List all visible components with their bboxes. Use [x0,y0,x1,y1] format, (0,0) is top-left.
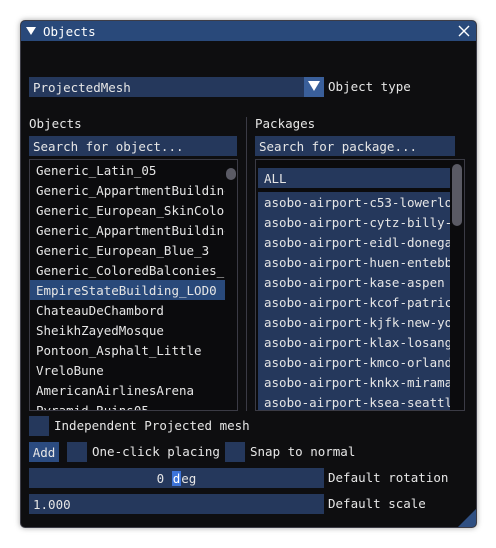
one-click-placing-checkbox[interactable] [67,442,87,462]
object-list-item[interactable]: ChateauDeChambord [30,300,225,320]
object-list-item-label: Generic_AppartmentBuilding [36,222,225,238]
object-list-item-label: SheikhZayedMosque [36,322,164,338]
package-list-item[interactable]: asobo-airport-kcof-patrick [258,292,450,312]
default-rotation-value: 0 [156,470,165,486]
package-list-item-label: asobo-airport-cytz-billy-b [264,214,450,230]
object-list-item[interactable]: Generic_AppartmentBuilding [30,180,225,200]
object-list-item[interactable]: SheikhZayedMosque [30,320,225,340]
packages-list[interactable]: ALL asobo-airport-c53-lowerlo asobo-airpo… [255,159,465,411]
package-list-item[interactable]: asobo-airport-huen-entebb [258,252,450,272]
object-list-item[interactable]: Pyramid_Ruins05 [30,400,225,411]
object-list-item-label: ChateauDeChambord [36,302,164,318]
resize-grip-icon[interactable] [458,509,476,527]
package-list-item[interactable]: asobo-airport-ksea-seattle [258,392,450,410]
default-scale-input[interactable]: 1.000 [29,494,324,514]
object-list-item-label: AmericanAirlinesArena [36,382,195,398]
default-rotation-input[interactable]: 0 d eg [29,468,324,488]
package-list-item[interactable]: asobo-airport-kjfk-new-yo [258,312,450,332]
object-list-item-label: Generic_European_Blue_3 [36,242,210,258]
package-search-input[interactable]: Search for package... [255,136,455,156]
packages-scrollbar[interactable] [452,160,463,410]
package-list-item-label: asobo-airport-klax-losange [264,334,450,350]
package-list-item-label: asobo-airport-c53-lowerlo [264,194,450,210]
object-list-item-label: Pyramid_Ruins05 [36,402,149,411]
package-list-item[interactable]: asobo-airport-c53-lowerlo [258,192,450,212]
one-click-placing-label: One-click placing [92,444,220,459]
default-rotation-unit-rest: eg [181,470,197,486]
package-list-item-label: asobo-airport-huen-entebb [264,254,450,270]
package-list-item[interactable]: asobo-airport-klax-losange [258,332,450,352]
collapse-triangle-icon[interactable] [26,26,36,36]
package-list-item[interactable]: asobo-airport-kmco-orlande [258,352,450,372]
object-search-placeholder: Search for object... [33,138,184,154]
package-search-placeholder: Search for package... [259,138,418,154]
object-type-dropdown[interactable]: ProjectedMesh [29,77,304,97]
objects-window: Objects ProjectedMesh Object type Object… [20,20,477,528]
default-scale-value: 1.000 [33,496,71,512]
object-list-item-label: Generic_ColoredBalconies_ [36,262,225,278]
package-list-item-label: asobo-airport-ksea-seattle [264,394,450,410]
object-list-item-label: Generic_Latin_05 [36,162,157,178]
package-list-item-label: asobo-airport-kcof-patrick [264,294,450,310]
package-list-item-label: asobo-airport-knkx-miramar [264,374,450,390]
independent-projected-mesh-label: Independent Projected mesh [54,418,250,433]
package-all-label: ALL [264,170,287,186]
object-list-item[interactable]: Generic_European_Blue_3 [30,240,225,260]
default-rotation-unit-first-letter: d [172,470,181,486]
package-list-item-label: asobo-airport-eidl-donegal [264,234,450,250]
default-rotation-label: Default rotation [328,470,449,485]
objects-list[interactable]: Generic_Latin_05 Generic_AppartmentBuildi… [29,159,238,411]
object-list-item[interactable]: Pontoon_Asphalt_Little [30,340,225,360]
object-list-item[interactable]: Generic_ColoredBalconies_ [30,260,225,280]
object-list-item[interactable]: Generic_Latin_05 [30,160,225,180]
object-list-item[interactable]: VreloBune [30,360,225,380]
object-list-item[interactable]: Generic_European_SkinColo [30,200,225,220]
object-type-label: Object type [328,79,411,94]
close-icon[interactable] [456,23,472,39]
snap-to-normal-checkbox[interactable] [225,442,245,462]
default-rotation-unit-selection: d [171,470,182,486]
package-list-item-label: asobo-airport-kjfk-new-yo [264,314,450,330]
object-list-item-label: Pontoon_Asphalt_Little [36,342,202,358]
object-search-input[interactable]: Search for object... [29,136,237,156]
object-list-item[interactable]: Generic_AppartmentBuilding [30,220,225,240]
title-bar[interactable]: Objects [21,21,476,41]
add-button-label: Add [32,444,56,460]
independent-projected-mesh-checkbox[interactable] [29,416,49,436]
package-all-item[interactable]: ALL [258,168,450,188]
package-list-item-label: asobo-airport-kmco-orlande [264,354,450,370]
default-scale-label: Default scale [328,496,426,511]
package-list-item[interactable]: asobo-airport-eidl-donegal [258,232,450,252]
package-list-item-label: asobo-airport-kase-aspen [264,274,445,290]
object-list-item-label: Generic_AppartmentBuilding [36,182,225,198]
snap-to-normal-label: Snap to normal [250,444,356,459]
packages-header: Packages [255,116,316,131]
object-list-item[interactable]: AmericanAirlinesArena [30,380,225,400]
packages-scrollbar-thumb[interactable] [452,164,462,226]
object-type-dropdown-arrow[interactable] [304,77,324,97]
object-list-item-label: VreloBune [36,362,104,378]
objects-header: Objects [29,116,82,131]
package-list-item[interactable]: asobo-airport-kase-aspen [258,272,450,292]
object-list-item-label: Generic_European_SkinColo [36,202,225,218]
objects-scrollbar-thumb[interactable] [226,168,236,180]
column-divider [246,117,247,411]
package-list-item[interactable]: asobo-airport-knkx-miramar [258,372,450,392]
chevron-down-icon [308,80,320,95]
object-type-value: ProjectedMesh [33,79,131,95]
objects-scrollbar[interactable] [226,160,236,410]
window-title: Objects [43,23,96,39]
object-list-item[interactable]: EmpireStateBuilding_LOD0 [30,280,225,300]
object-list-item-label: EmpireStateBuilding_LOD0 [36,282,217,298]
add-button[interactable]: Add [29,442,59,462]
package-list-item[interactable]: asobo-airport-cytz-billy-b [258,212,450,232]
